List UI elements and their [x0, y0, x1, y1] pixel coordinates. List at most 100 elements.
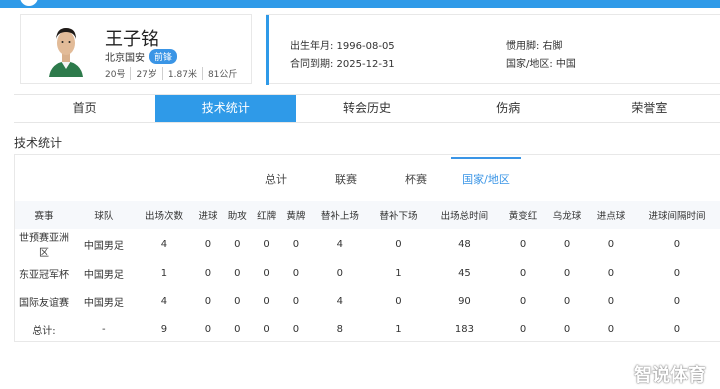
cell-value: 0: [673, 295, 681, 307]
subtab-league[interactable]: 联赛: [311, 157, 381, 186]
cell-value: 0: [395, 238, 402, 250]
cell-value: 45: [458, 267, 471, 279]
col-red-cards: 红牌: [251, 201, 282, 229]
cell-team[interactable]: 中国男足: [73, 229, 135, 259]
cell-value: 8: [336, 323, 344, 335]
cell-competition[interactable]: 东亚冠军杯: [15, 259, 73, 287]
col-assists: 助攻: [222, 201, 252, 229]
cell-competition[interactable]: 世预赛亚洲区: [15, 229, 73, 259]
tab-injuries[interactable]: 伤病: [438, 95, 579, 122]
cell-value: 0: [519, 267, 527, 279]
cell-value: 0: [673, 267, 681, 279]
col-team: 球队: [73, 201, 135, 229]
contract-end: 合同到期: 2025-12-31: [290, 59, 395, 70]
section-title: 技术统计: [14, 136, 63, 150]
weight: 81公斤: [201, 67, 242, 80]
shirt-number: 20号: [105, 70, 126, 80]
player-name: 王子铭: [105, 29, 159, 50]
cell-value: 183: [454, 323, 474, 335]
cell-value: 0: [563, 323, 571, 335]
col-goal-interval: 进球间隔时间: [632, 201, 720, 229]
cell-value: 0: [519, 295, 527, 307]
col-sub-on: 替补上场: [310, 201, 370, 229]
cell-value: 0: [519, 323, 527, 335]
cell-value: 1: [395, 323, 402, 335]
cell-team: -: [102, 323, 106, 335]
subtab-cup[interactable]: 杯赛: [381, 157, 451, 186]
player-profile-card: 王子铭 北京国安 前锋 20号 27岁 1.87米 81公斤: [20, 14, 252, 84]
tab-transfers[interactable]: 转会历史: [296, 95, 437, 122]
cell-value: 0: [673, 238, 681, 250]
col-own-goals: 乌龙球: [545, 201, 589, 229]
cell-value: 1: [395, 267, 402, 279]
watermark-text: 智说体育: [634, 365, 706, 386]
col-appearances: 出场次数: [134, 201, 194, 229]
col-penalties: 进点球: [589, 201, 633, 229]
cell-value: 0: [234, 323, 241, 335]
col-yellow-cards: 黄牌: [281, 201, 311, 229]
cell-value: 0: [204, 267, 212, 279]
tab-stats[interactable]: 技术统计: [155, 95, 297, 122]
col-sub-off: 替补下场: [369, 201, 428, 229]
cell-value: 0: [607, 295, 615, 307]
height: 1.87米: [161, 67, 202, 80]
cell-value: 0: [204, 238, 212, 250]
preferred-foot: 惯用脚: 右脚: [506, 41, 563, 52]
team-line: 北京国安 前锋: [105, 49, 178, 64]
table-row: 国际友谊赛 中国男足 4 0 0 0 0 4 0 90 0 0 0 0: [15, 287, 720, 315]
cell-value: 0: [263, 295, 270, 307]
stats-panel: 总计 联赛 杯赛 国家/地区 赛事 球队 出场次数 进球 助攻 红牌 黄牌 替补…: [14, 154, 720, 342]
logo-tab: [0, 0, 92, 8]
cell-value: 4: [160, 238, 168, 250]
cell-value: 48: [458, 238, 471, 250]
cell-value: 0: [204, 295, 212, 307]
subtab-national[interactable]: 国家/地区: [451, 157, 521, 186]
tab-home[interactable]: 首页: [14, 95, 155, 122]
cell-value: 9: [160, 323, 168, 335]
info-accent-bar: [266, 15, 269, 85]
cell-value: 0: [607, 323, 615, 335]
cell-value: 1: [160, 267, 168, 279]
cell-value: 4: [336, 295, 344, 307]
cell-value: 0: [263, 238, 270, 250]
cell-value: 0: [234, 238, 241, 250]
cell-value: 0: [563, 295, 571, 307]
club-name[interactable]: 北京国安: [105, 49, 145, 64]
main-tabs: 首页 技术统计 转会历史 伤病 荣誉室: [14, 94, 720, 123]
stats-subtabs: 总计 联赛 杯赛 国家/地区: [241, 157, 521, 186]
cell-value: 0: [292, 238, 300, 250]
nationality: 国家/地区: 中国: [506, 59, 576, 70]
col-second-yellow: 黄变红: [501, 201, 546, 229]
cell-value: 0: [263, 267, 270, 279]
cell-value: 0: [607, 238, 615, 250]
cell-value: 0: [607, 267, 615, 279]
col-competition: 赛事: [15, 201, 73, 229]
cell-value: 0: [563, 238, 571, 250]
col-minutes: 出场总时间: [427, 201, 502, 229]
cell-competition[interactable]: 国际友谊赛: [15, 287, 73, 315]
top-banner: [0, 0, 720, 8]
cell-value: 4: [160, 295, 168, 307]
cell-value: 0: [395, 295, 402, 307]
table-total-row: 总计: - 9 0 0 0 0 8 1 183 0 0 0 0: [15, 315, 720, 343]
table-row: 世预赛亚洲区 中国男足 4 0 0 0 0 4 0 48 0 0 0 0: [15, 229, 720, 259]
cell-value: 0: [234, 267, 241, 279]
cell-value: 90: [458, 295, 471, 307]
cell-value: 0: [263, 323, 270, 335]
cell-team[interactable]: 中国男足: [73, 259, 135, 287]
cell-value: 0: [519, 238, 527, 250]
cell-value: 0: [292, 323, 300, 335]
cell-value: 0: [292, 295, 300, 307]
cell-value: 0: [673, 323, 681, 335]
cell-value: 0: [292, 267, 300, 279]
age: 27岁: [130, 67, 161, 80]
cell-team[interactable]: 中国男足: [73, 287, 135, 315]
birth-date: 出生年月: 1996-08-05: [290, 41, 395, 52]
tab-honors[interactable]: 荣誉室: [579, 95, 720, 122]
table-row: 东亚冠军杯 中国男足 1 0 0 0 0 0 1 45 0 0 0 0: [15, 259, 720, 287]
subtab-total[interactable]: 总计: [241, 157, 311, 186]
position-badge: 前锋: [149, 49, 178, 64]
cell-value: 0: [336, 267, 344, 279]
player-avatar: [45, 19, 87, 77]
col-goals: 进球: [193, 201, 223, 229]
